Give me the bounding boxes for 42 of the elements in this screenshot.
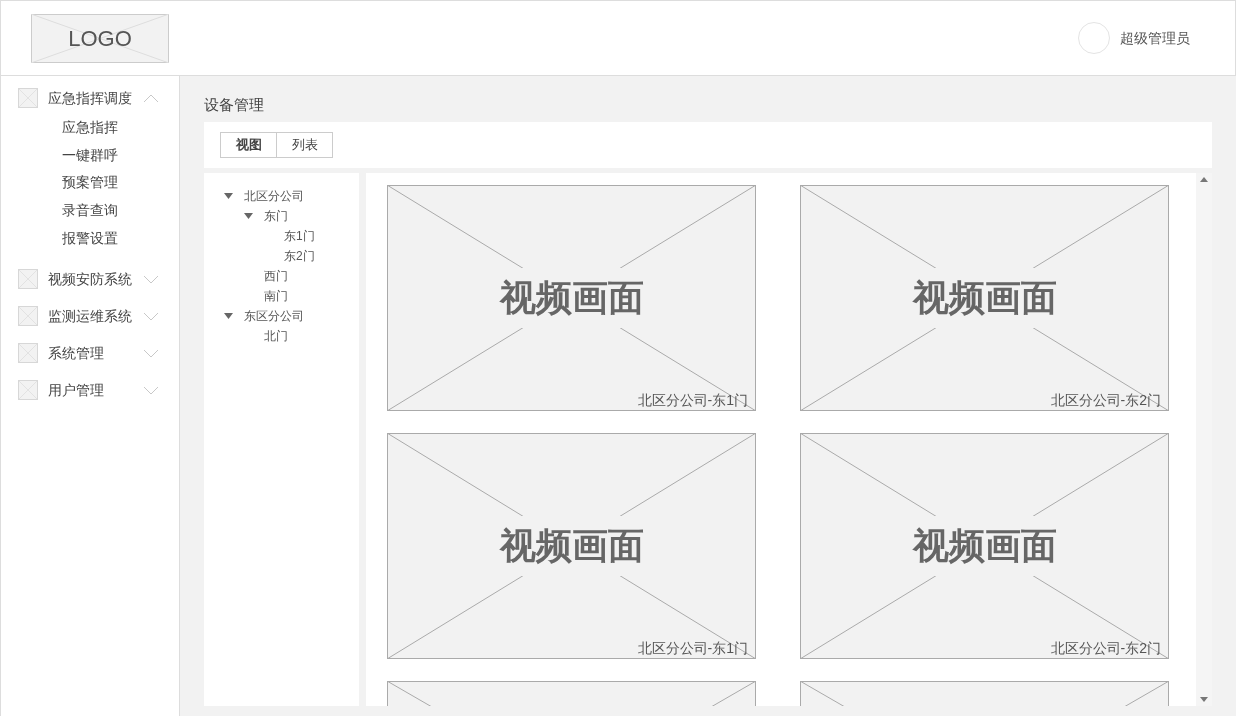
image-placeholder-icon bbox=[18, 306, 38, 327]
logo-text: LOGO bbox=[68, 24, 132, 53]
caret-down-icon[interactable] bbox=[224, 193, 233, 199]
tree-item[interactable]: 北区分公司 bbox=[244, 187, 304, 205]
submenu-item[interactable]: 预案管理 bbox=[62, 169, 159, 198]
scroll-up-icon[interactable] bbox=[1200, 177, 1208, 182]
submenu-item[interactable]: 报警设置 bbox=[62, 224, 159, 253]
camera-caption: 北区分公司-东1门 bbox=[637, 641, 748, 655]
tree-item[interactable]: 南门 bbox=[264, 287, 288, 305]
chevron-down-icon bbox=[143, 274, 159, 284]
menu-item[interactable]: 视频安防系统 bbox=[48, 268, 143, 290]
menu-item[interactable]: 监测运维系统 bbox=[48, 305, 143, 327]
tree-item[interactable]: 西门 bbox=[264, 267, 288, 285]
image-placeholder-icon bbox=[18, 88, 38, 108]
caret-down-icon[interactable] bbox=[224, 313, 233, 319]
tree-item[interactable]: 北门 bbox=[264, 327, 288, 345]
image-placeholder-icon bbox=[18, 343, 38, 364]
camera-caption: 北区分公司-东2门 bbox=[1050, 641, 1161, 655]
tab[interactable]: 列表 bbox=[276, 132, 333, 158]
page-title: 设备管理 bbox=[204, 95, 265, 115]
chevron-down-icon bbox=[143, 348, 159, 358]
scroll-down-icon[interactable] bbox=[1200, 697, 1208, 702]
chevron-up-icon bbox=[143, 93, 159, 103]
camera-caption: 北区分公司-东2门 bbox=[1050, 393, 1161, 407]
caret-down-icon[interactable] bbox=[244, 213, 253, 219]
submenu-item[interactable]: 应急指挥 bbox=[62, 114, 159, 142]
tree-item[interactable]: 东门 bbox=[264, 207, 288, 225]
submenu-item[interactable]: 一键群呼 bbox=[62, 141, 159, 170]
menu-item[interactable]: 系统管理 bbox=[48, 342, 143, 364]
camera-caption: 北区分公司-东1门 bbox=[637, 393, 748, 407]
menu-item[interactable]: 用户管理 bbox=[48, 379, 143, 401]
tab[interactable]: 视图 bbox=[220, 132, 277, 158]
user-name[interactable]: 超级管理员 bbox=[1120, 27, 1190, 49]
tree-item[interactable]: 东区分公司 bbox=[244, 307, 304, 325]
menu-item[interactable]: 应急指挥调度 bbox=[48, 87, 143, 109]
chevron-down-icon bbox=[143, 311, 159, 321]
image-placeholder-icon bbox=[18, 269, 38, 290]
tree-item[interactable]: 东2门 bbox=[284, 247, 315, 265]
image-placeholder-icon bbox=[18, 380, 38, 401]
tree-item[interactable]: 东1门 bbox=[284, 227, 315, 245]
chevron-down-icon bbox=[143, 385, 159, 395]
submenu-item[interactable]: 录音查询 bbox=[62, 197, 159, 225]
